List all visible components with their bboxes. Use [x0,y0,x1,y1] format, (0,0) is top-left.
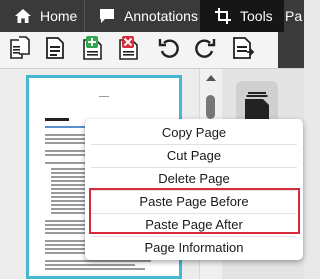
scrollbar-thumb[interactable] [206,95,215,119]
toolbar-overflow[interactable] [278,32,304,68]
page-header-mark [99,96,109,97]
delete-page-button[interactable] [114,35,144,65]
page-thumbnail-icon [42,35,68,66]
page-thumbnails-icon [8,35,34,66]
export-page-button[interactable] [228,35,258,65]
tab-tools[interactable]: Tools [200,0,284,32]
crop-icon [212,5,234,27]
page-text-line [45,268,145,270]
tab-home[interactable]: Home [12,0,77,32]
page-text-line [45,260,151,262]
insert-page-icon [80,35,106,66]
tab-annotations-label: Annotations [124,8,198,24]
annotations-icon [96,5,118,27]
undo-icon [157,36,181,65]
tab-tools-label: Tools [240,8,273,24]
menu-item-paste-page-before[interactable]: Paste Page Before [85,190,303,213]
home-icon [12,5,34,27]
tab-home-label: Home [40,8,78,24]
insert-page-button[interactable] [78,35,108,65]
menu-item-copy-page[interactable]: Copy Page [85,121,303,144]
export-page-icon [230,35,256,66]
tab-page[interactable]: Pa [284,0,320,32]
top-tab-bar: Home Annotations Tools Pa [0,0,304,32]
page-toolbar [0,32,304,69]
redo-button[interactable] [190,35,220,65]
scroll-up-arrow-icon[interactable] [206,75,216,81]
page-thumbnails-button[interactable] [6,35,36,65]
tab-annotations[interactable]: Annotations [96,0,198,32]
menu-item-delete-page[interactable]: Delete Page [85,167,303,190]
menu-item-paste-page-after[interactable]: Paste Page After [85,213,303,236]
tab-page-label: Pa [285,8,303,24]
delete-page-icon [116,35,142,66]
page-context-menu: Copy Page Cut Page Delete Page Paste Pag… [85,119,303,260]
redo-icon [193,36,217,65]
page-heading-line [45,118,69,121]
menu-item-cut-page[interactable]: Cut Page [85,144,303,167]
undo-button[interactable] [154,35,184,65]
tab-divider [84,0,85,32]
menu-item-page-information[interactable]: Page Information [85,236,303,259]
page-thumbnail-button[interactable] [40,35,70,65]
page-text-line [45,264,135,266]
